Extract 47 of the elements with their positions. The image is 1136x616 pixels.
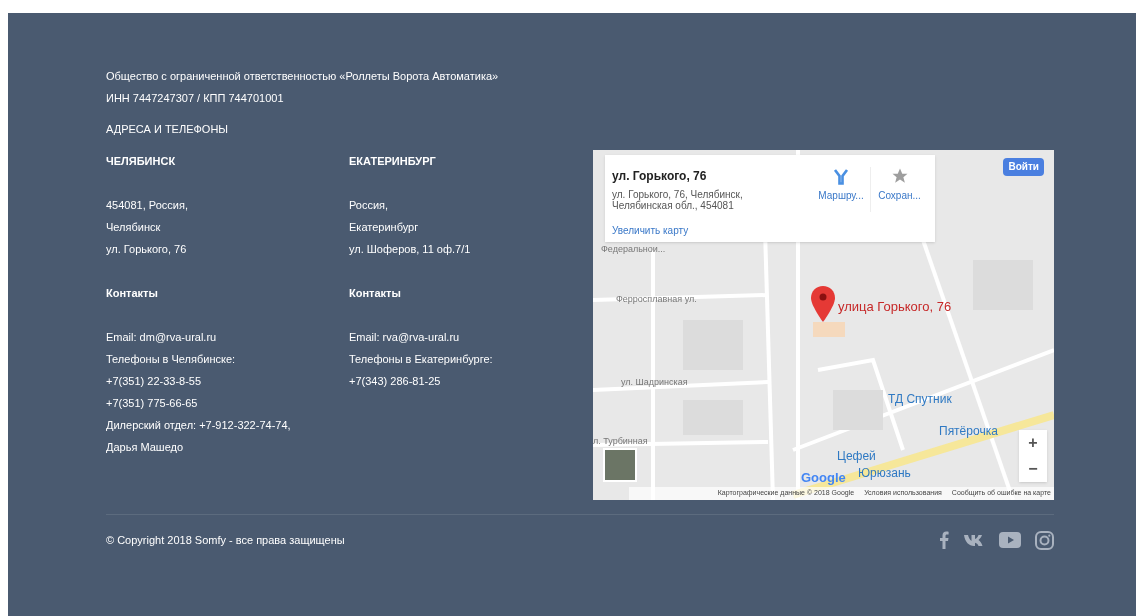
facebook-icon[interactable] [939,531,949,549]
enlarge-map-link[interactable]: Увеличить карту [612,222,812,238]
contact-line: +7(343) 286-81-25 [349,373,442,389]
company-name: Общество с ограниченной ответственностью «Роллеты Ворота Автоматика» [106,69,500,84]
place-label: Юрюзань [858,464,911,482]
street-label: Ферросплавная ул. [616,292,697,306]
street-label: ул. Шадринская [621,375,688,389]
address-line: 454081, Россия, [106,197,189,213]
contacts-heading: Контакты [106,285,159,301]
instagram-icon[interactable] [1035,530,1054,550]
place-label: Цефей [837,447,876,465]
street-label: л. Турбинная [593,434,648,448]
section-heading: АДРЕСА И ТЕЛЕФОНЫ [106,122,230,137]
address-line: Екатеринбург [349,219,420,235]
city-heading: ЧЕЛЯБИНСК [106,153,177,169]
address-line: Челябинск [106,219,162,235]
street-label: Федеральнои... [601,242,666,256]
address-line: ул. Шоферов, 11 оф.7/1 [349,241,472,257]
satellite-thumbnail[interactable] [603,447,637,482]
place-label: ТД Спутник [888,390,952,408]
sign-in-button[interactable]: Войти [1003,157,1044,176]
youtube-icon[interactable] [999,532,1021,548]
save-button[interactable]: Сохран... [870,166,928,212]
contact-line: Дарья Машедо [106,439,185,455]
copyright-text: © Copyright 2018 Somfy - все права защищены [106,532,345,548]
address-line: ул. Горького, 76 [106,241,188,257]
contacts-heading: Контакты [349,285,402,301]
location-pin-icon [811,285,835,322]
contact-line: Телефоны в Екатеринбурге: [349,351,494,367]
contact-line: Дилерский отдел: +7-912-322-74-74, [106,417,292,433]
place-address: ул. Горького, 76, Челябинск, Челябинская обл., 454081 [612,188,744,211]
map-logo: Google [801,468,846,487]
contact-line: Телефоны в Челябинске: [106,351,237,367]
directions-button[interactable]: Маршру... [812,166,870,212]
place-title: ул. Горького, 76 [612,167,708,185]
contact-line: Email: dm@rva-ural.ru [106,329,218,345]
address-line: Россия, [349,197,390,213]
vk-icon[interactable] [963,533,985,547]
company-ids: ИНН 7447247307 / КПП 744701001 [106,91,285,106]
marker-label: улица Горького, 76 [838,297,952,316]
zoom-in-button[interactable]: + [1019,429,1047,456]
city-heading: ЕКАТЕРИНБУРГ [349,153,437,169]
contact-line: +7(351) 22-33-8-55 [106,373,203,389]
place-label: Пятёрочка [939,422,998,440]
zoom-out-button[interactable]: − [1019,455,1047,482]
contact-line: Email: rva@rva-ural.ru [349,329,461,345]
contact-line: +7(351) 775-66-65 [106,395,199,411]
